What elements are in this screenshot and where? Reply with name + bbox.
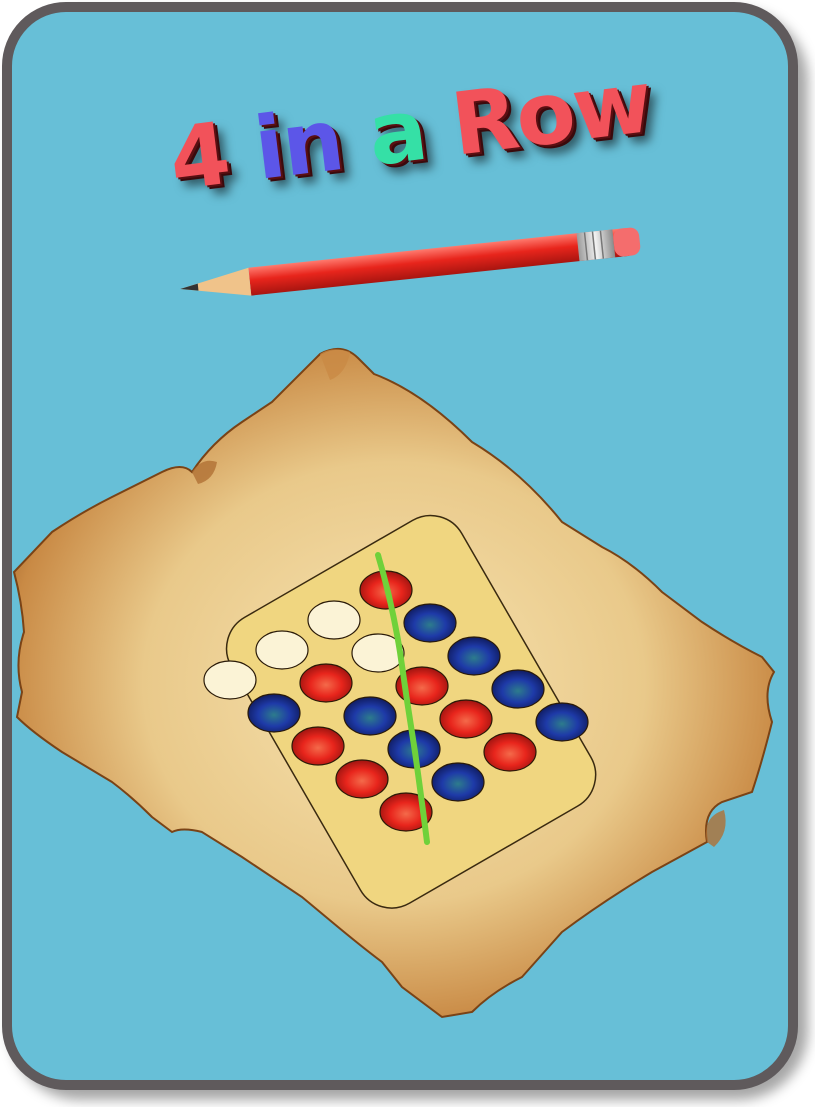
- board-cell-blue[interactable]: [491, 669, 545, 709]
- board-cell-red[interactable]: [439, 699, 493, 739]
- board-cell-blue[interactable]: [447, 636, 501, 676]
- board-cell-red[interactable]: [299, 663, 353, 703]
- board-cell-blue[interactable]: [403, 603, 457, 643]
- board-cell-blue[interactable]: [247, 693, 301, 733]
- board-cell-blue[interactable]: [343, 696, 397, 736]
- title-word-a: a: [363, 79, 431, 186]
- title-word-in: in: [249, 90, 348, 200]
- board-cell-red[interactable]: [335, 759, 389, 799]
- title-number: 4: [164, 104, 234, 211]
- game-card: 4 in a Row: [2, 2, 798, 1090]
- title-word-row: Row: [446, 52, 656, 176]
- board-cell-empty[interactable]: [307, 600, 361, 640]
- board-cell-red[interactable]: [291, 726, 345, 766]
- board-cell-blue[interactable]: [431, 762, 485, 802]
- board-cell-empty[interactable]: [203, 660, 257, 700]
- board-cell-red[interactable]: [483, 732, 537, 772]
- board-cell-blue[interactable]: [535, 702, 589, 742]
- board-cell-empty[interactable]: [255, 630, 309, 670]
